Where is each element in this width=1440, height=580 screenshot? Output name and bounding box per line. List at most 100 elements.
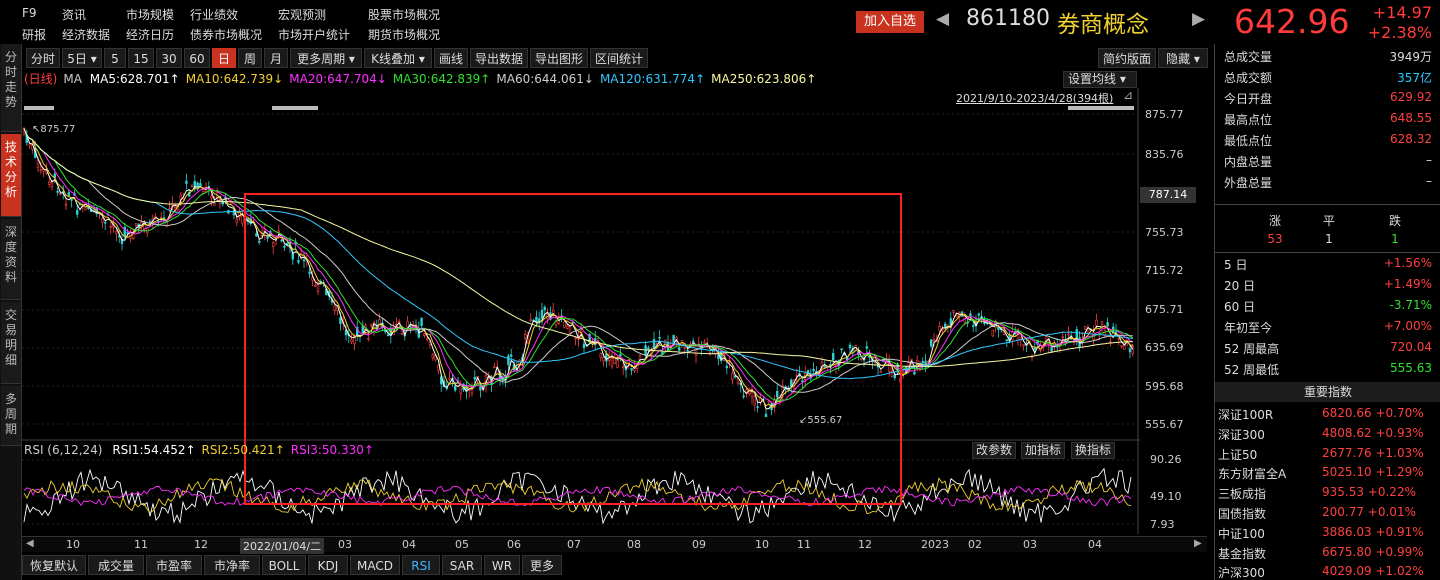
scroll-left-icon[interactable]: ◀ — [26, 538, 34, 549]
prev-stock-icon[interactable]: ◀ — [936, 9, 949, 29]
indicator-tab[interactable]: BOLL — [262, 555, 306, 575]
sidebar-tab[interactable]: 多周期 — [1, 386, 21, 446]
index-row[interactable]: 基金指数 6675.80 +0.99% — [1218, 545, 1438, 565]
stat-value: – — [1426, 153, 1432, 167]
index-row[interactable]: 深证100R 6820.66 +0.70% — [1218, 406, 1438, 426]
index-price: 5025.10 +1.29% — [1322, 465, 1424, 480]
menu-item[interactable]: 研报 — [22, 26, 46, 43]
indicator-tab[interactable]: 更多 — [522, 555, 562, 575]
index-row[interactable]: 三板成指 935.53 +0.22% — [1218, 485, 1438, 505]
updown-head: 涨 — [1268, 214, 1281, 228]
simple-layout-button[interactable]: 简约版面 — [1098, 48, 1156, 68]
indicator-tab[interactable]: MACD — [350, 555, 400, 575]
rsi-button[interactable]: 换指标 — [1071, 442, 1116, 459]
toolbar-item[interactable]: 60 — [184, 48, 210, 68]
menu-item[interactable]: 债券市场概况 — [190, 26, 262, 43]
index-row[interactable]: 沪深300 4029.09 +1.02% — [1218, 564, 1438, 580]
rsi-button[interactable]: 加指标 — [1021, 442, 1066, 459]
candle-body — [202, 191, 205, 194]
menu-item[interactable]: 股票市场概况 — [368, 6, 440, 23]
index-row[interactable]: 深证300 4808.62 +0.93% — [1218, 426, 1438, 446]
menu-item[interactable]: 宏观预测 — [278, 6, 326, 23]
menu-item[interactable]: F9 — [22, 6, 37, 20]
index-row[interactable]: 东方财富全A 5025.10 +1.29% — [1218, 465, 1438, 485]
index-price: 6675.80 +0.99% — [1322, 544, 1424, 559]
indicator-tab[interactable]: WR — [484, 555, 520, 575]
indicator-tab[interactable]: RSI — [402, 555, 440, 575]
candle-body — [479, 386, 482, 391]
next-stock-icon[interactable]: ▶ — [1192, 9, 1205, 29]
x-axis-label: 02 — [968, 538, 982, 551]
toolbar-item[interactable]: 月 — [264, 48, 288, 68]
toolbar-item[interactable]: 日 — [212, 48, 236, 68]
toolbar-item[interactable]: 5 — [104, 48, 126, 68]
candle-body — [677, 347, 681, 351]
stat-label: 内盘总量 — [1224, 155, 1273, 169]
candle-body — [711, 347, 715, 350]
sidebar-tab[interactable]: 分时走势 — [1, 44, 21, 132]
indicator-tab[interactable]: 市盈率 — [146, 555, 202, 575]
indicator-tab[interactable]: SAR — [442, 555, 482, 575]
toolbar-item[interactable]: 30 — [156, 48, 182, 68]
sidebar-tab[interactable]: 深度资料 — [1, 219, 21, 300]
index-name: 基金指数 — [1218, 546, 1267, 561]
toolbar-item[interactable]: 15 — [128, 48, 154, 68]
toolbar-item[interactable]: 导出数据 — [470, 48, 528, 68]
toolbar-item[interactable]: 5日 ▾ — [62, 48, 102, 68]
toolbar-item[interactable]: 分时 — [26, 48, 60, 68]
sidebar-tab[interactable]: 技术分析 — [1, 134, 21, 217]
candle-body — [1005, 339, 1009, 342]
menu-item[interactable]: 资讯 — [62, 6, 86, 23]
candle-body — [929, 339, 933, 347]
candle-body — [647, 347, 650, 350]
indicator-tab[interactable]: 成交量 — [88, 555, 144, 575]
x-axis-label: 03 — [1023, 538, 1037, 551]
toolbar-item[interactable]: K线叠加 ▾ — [364, 48, 432, 68]
sidebar-tab[interactable]: 交易明细 — [1, 302, 21, 384]
toolbar-item[interactable]: 更多周期 ▾ — [290, 48, 362, 68]
menu-item[interactable]: 经济日历 — [126, 26, 174, 43]
index-row[interactable]: 中证100 3886.03 +0.91% — [1218, 525, 1438, 545]
x-axis-label: 12 — [194, 538, 208, 551]
ma-line — [23, 128, 1133, 408]
menu-item[interactable]: 市场开户统计 — [278, 26, 350, 43]
index-price: 4808.62 +0.93% — [1322, 425, 1424, 440]
index-price: 200.77 +0.01% — [1322, 505, 1416, 519]
index-name: 三板成指 — [1218, 487, 1267, 502]
toolbar-item[interactable]: 画线 — [434, 48, 468, 68]
scroll-right-icon[interactable]: ▶ — [1194, 538, 1202, 549]
indicator-tab[interactable]: 恢复默认 — [22, 555, 86, 575]
candle-body — [865, 346, 869, 349]
kline-chart[interactable]: ↖875.77 ↙555.67 — [22, 88, 1140, 534]
candle-body — [101, 218, 104, 223]
candle-body — [840, 348, 843, 351]
candle-body — [272, 242, 275, 247]
candle-body — [493, 366, 496, 369]
stock-change: +14.97 — [1372, 3, 1432, 22]
index-row[interactable]: 国债指数 200.77 +0.01% — [1218, 505, 1438, 525]
menu-item[interactable]: 行业绩效 — [190, 6, 238, 23]
y-axis-label: 635.69 — [1145, 341, 1184, 354]
candle-body — [868, 356, 871, 359]
x-axis-label: 2022/01/04/二 — [240, 538, 325, 554]
stock-change-percent: +2.38% — [1367, 23, 1432, 42]
indicator-tab[interactable]: KDJ — [308, 555, 348, 575]
ma-value: MA10:642.739↓ — [185, 72, 284, 86]
x-axis-label: 11 — [134, 538, 148, 551]
toolbar-item[interactable]: 导出图形 — [530, 48, 588, 68]
menu-item[interactable]: 经济数据 — [62, 26, 110, 43]
candle-body — [848, 344, 852, 349]
rsi-button[interactable]: 改参数 — [972, 442, 1017, 459]
menu-item[interactable]: 期货市场概况 — [368, 26, 440, 43]
toolbar-item[interactable]: 周 — [238, 48, 262, 68]
candle-body — [621, 366, 625, 369]
toolbar-item[interactable]: 区间统计 — [590, 48, 648, 68]
add-to-watchlist-button[interactable]: 加入自选 — [856, 11, 924, 33]
ma-settings-button[interactable]: 设置均线 ▾ — [1063, 71, 1137, 88]
menu-item[interactable]: 市场规模 — [126, 6, 174, 23]
index-name: 深证100R — [1218, 408, 1274, 422]
hide-button[interactable]: 隐藏 ▾ — [1158, 48, 1208, 68]
indicator-tab[interactable]: 市净率 — [204, 555, 260, 575]
index-row[interactable]: 上证50 2677.76 +1.03% — [1218, 446, 1438, 466]
candle-body — [568, 325, 572, 334]
